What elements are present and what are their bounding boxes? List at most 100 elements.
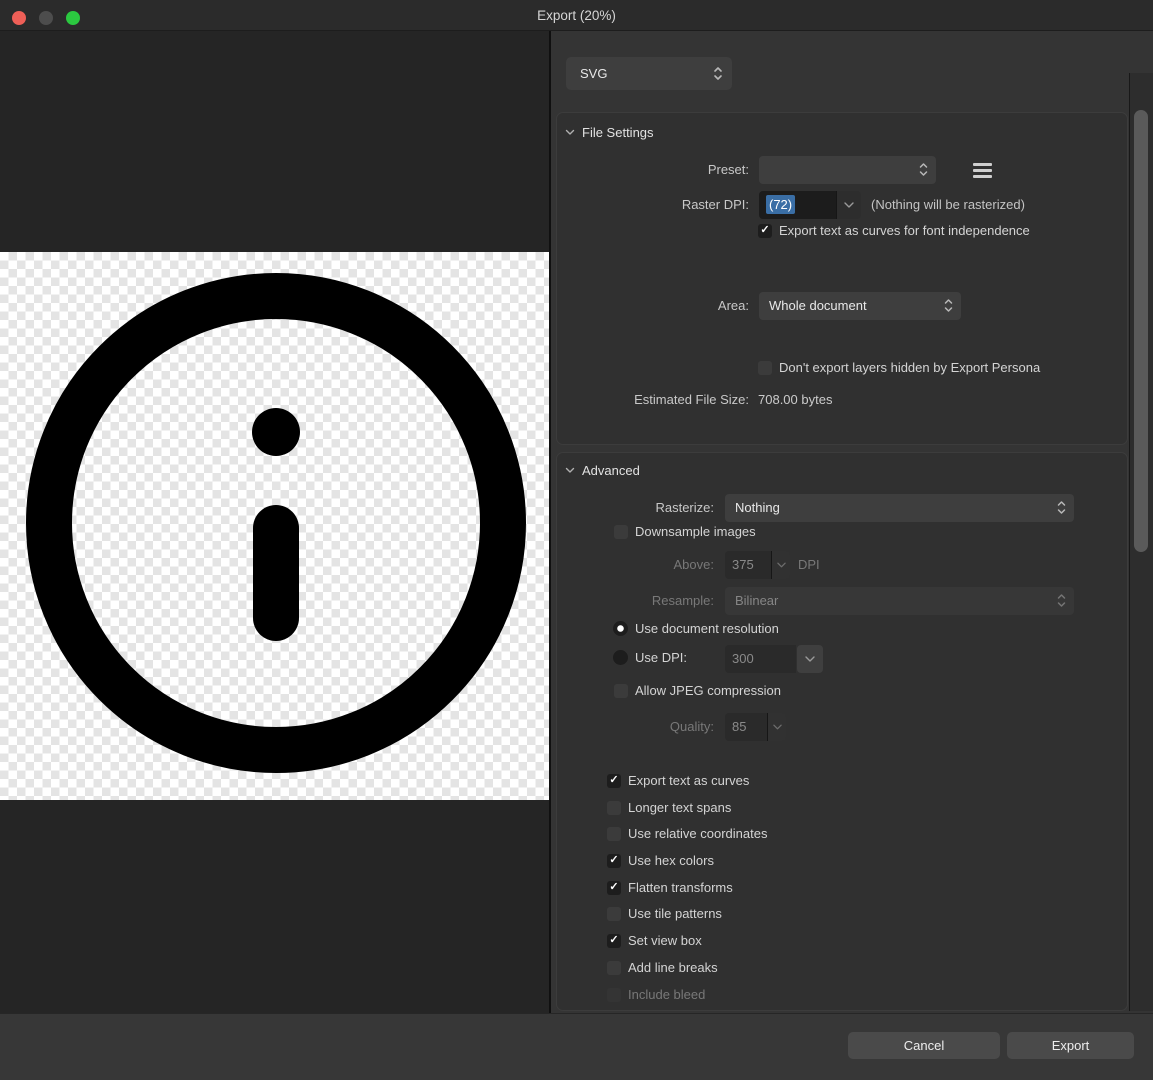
downsample-label: Downsample images (635, 524, 756, 539)
chevron-down-icon (565, 129, 575, 136)
stepper-icon (919, 162, 928, 177)
checkbox-icon (607, 881, 621, 895)
export-text-curves-checkbox[interactable]: Export text as curves for font independe… (758, 223, 1030, 238)
export-button[interactable]: Export (1007, 1032, 1134, 1059)
stepper-icon (1057, 500, 1066, 515)
stepper-icon (713, 65, 723, 82)
checkbox-icon (607, 801, 621, 815)
checkbox-icon (614, 525, 628, 539)
allow-jpeg-checkbox[interactable]: Allow JPEG compression (614, 683, 781, 698)
raster-dpi-input[interactable]: (72) (759, 191, 836, 219)
set-view-box-checkbox[interactable]: Set view box (607, 933, 702, 948)
option-label: Use tile patterns (628, 906, 722, 921)
quality-label: Quality: (557, 719, 714, 734)
format-dropdown[interactable]: SVG (566, 57, 732, 90)
export-text-curves-label: Export text as curves for font independe… (779, 223, 1030, 238)
advanced-header[interactable]: Advanced (565, 463, 640, 478)
export-dialog: Export (20%) SVG File Sett (0, 0, 1153, 1080)
option-label: Set view box (628, 933, 702, 948)
rasterize-dropdown[interactable]: Nothing (725, 494, 1074, 522)
allow-jpeg-label: Allow JPEG compression (635, 683, 781, 698)
option-label: Use hex colors (628, 853, 714, 868)
advanced-section: Advanced Rasterize: Nothing Downsample i… (556, 452, 1128, 1011)
title-bar: Export (20%) (0, 0, 1153, 31)
radio-icon (613, 650, 628, 665)
advanced-title: Advanced (582, 463, 640, 478)
dialog-footer: Cancel Export (0, 1013, 1153, 1080)
use-dpi-label: Use DPI: (635, 650, 687, 665)
above-dpi-value: 375 (725, 557, 754, 572)
stepper-icon (944, 298, 953, 313)
checkbox-icon (758, 361, 772, 375)
area-label: Area: (557, 298, 749, 313)
rasterize-value: Nothing (735, 494, 780, 522)
option-label: Flatten transforms (628, 880, 733, 895)
checkbox-icon (607, 827, 621, 841)
dont-export-hidden-checkbox[interactable]: Don't export layers hidden by Export Per… (758, 360, 1040, 375)
use-dpi-radio[interactable]: Use DPI: (613, 650, 687, 665)
area-dropdown[interactable]: Whole document (759, 292, 961, 320)
checkbox-icon (607, 774, 621, 788)
quality-input[interactable]: 85 (725, 713, 767, 741)
window-title: Export (20%) (0, 0, 1153, 31)
raster-dpi-label: Raster DPI: (557, 197, 749, 212)
option-label: Include bleed (628, 987, 705, 1002)
checkbox-icon (607, 988, 621, 1002)
checkbox-icon (607, 961, 621, 975)
resample-dropdown[interactable]: Bilinear (725, 587, 1074, 615)
use-hex-colors-checkbox[interactable]: Use hex colors (607, 853, 714, 868)
use-relative-coordinates-checkbox[interactable]: Use relative coordinates (607, 826, 767, 841)
preset-dropdown[interactable] (759, 156, 936, 184)
file-settings-header[interactable]: File Settings (565, 125, 654, 140)
checkbox-icon (607, 934, 621, 948)
area-value: Whole document (769, 292, 867, 320)
raster-dpi-note: (Nothing will be rasterized) (871, 191, 1025, 219)
use-document-resolution-radio[interactable]: Use document resolution (613, 621, 779, 636)
raster-dpi-value: (72) (766, 195, 795, 214)
checkbox-icon (614, 684, 628, 698)
option-label: Longer text spans (628, 800, 731, 815)
format-value: SVG (580, 57, 607, 90)
above-label: Above: (557, 557, 714, 572)
dont-export-hidden-label: Don't export layers hidden by Export Per… (779, 360, 1040, 375)
quality-value: 85 (725, 719, 746, 734)
radio-icon (613, 621, 628, 636)
transparency-checkerboard (0, 252, 549, 800)
option-label: Export text as curves (628, 773, 749, 788)
cancel-button[interactable]: Cancel (848, 1032, 1000, 1059)
export-text-as-curves-checkbox[interactable]: Export text as curves (607, 773, 749, 788)
quality-dropdown-button[interactable] (767, 713, 786, 741)
info-icon-preview (0, 252, 549, 800)
above-dpi-unit: DPI (798, 551, 820, 579)
downsample-checkbox[interactable]: Downsample images (614, 524, 756, 539)
option-label: Add line breaks (628, 960, 718, 975)
checkbox-icon (607, 854, 621, 868)
file-settings-section: File Settings Preset: Raster DPI: (72) (… (556, 112, 1128, 445)
use-dpi-value: 300 (725, 651, 754, 666)
checkbox-icon (607, 907, 621, 921)
preset-menu-icon[interactable] (973, 163, 992, 178)
include-bleed-checkbox[interactable]: Include bleed (607, 987, 705, 1002)
rasterize-label: Rasterize: (557, 500, 714, 515)
option-label: Use relative coordinates (628, 826, 767, 841)
estimated-size-label: Estimated File Size: (557, 392, 749, 407)
use-tile-patterns-checkbox[interactable]: Use tile patterns (607, 906, 722, 921)
raster-dpi-dropdown-button[interactable] (836, 191, 861, 219)
resample-value: Bilinear (735, 587, 778, 615)
use-dpi-input[interactable]: 300 (725, 645, 796, 673)
flatten-transforms-checkbox[interactable]: Flatten transforms (607, 880, 733, 895)
longer-text-spans-checkbox[interactable]: Longer text spans (607, 800, 731, 815)
above-dpi-dropdown-button[interactable] (771, 551, 790, 579)
stepper-icon (1057, 593, 1066, 608)
chevron-down-icon (565, 467, 575, 474)
file-settings-title: File Settings (582, 125, 654, 140)
export-options-panel: SVG File Settings Preset: (551, 31, 1153, 1013)
scrollbar-thumb[interactable] (1134, 110, 1148, 552)
use-document-resolution-label: Use document resolution (635, 621, 779, 636)
checkbox-icon (758, 224, 772, 238)
export-preview-pane (0, 31, 549, 1013)
above-dpi-input[interactable]: 375 (725, 551, 771, 579)
add-line-breaks-checkbox[interactable]: Add line breaks (607, 960, 718, 975)
preset-label: Preset: (557, 162, 749, 177)
use-dpi-dropdown-button[interactable] (797, 645, 823, 673)
